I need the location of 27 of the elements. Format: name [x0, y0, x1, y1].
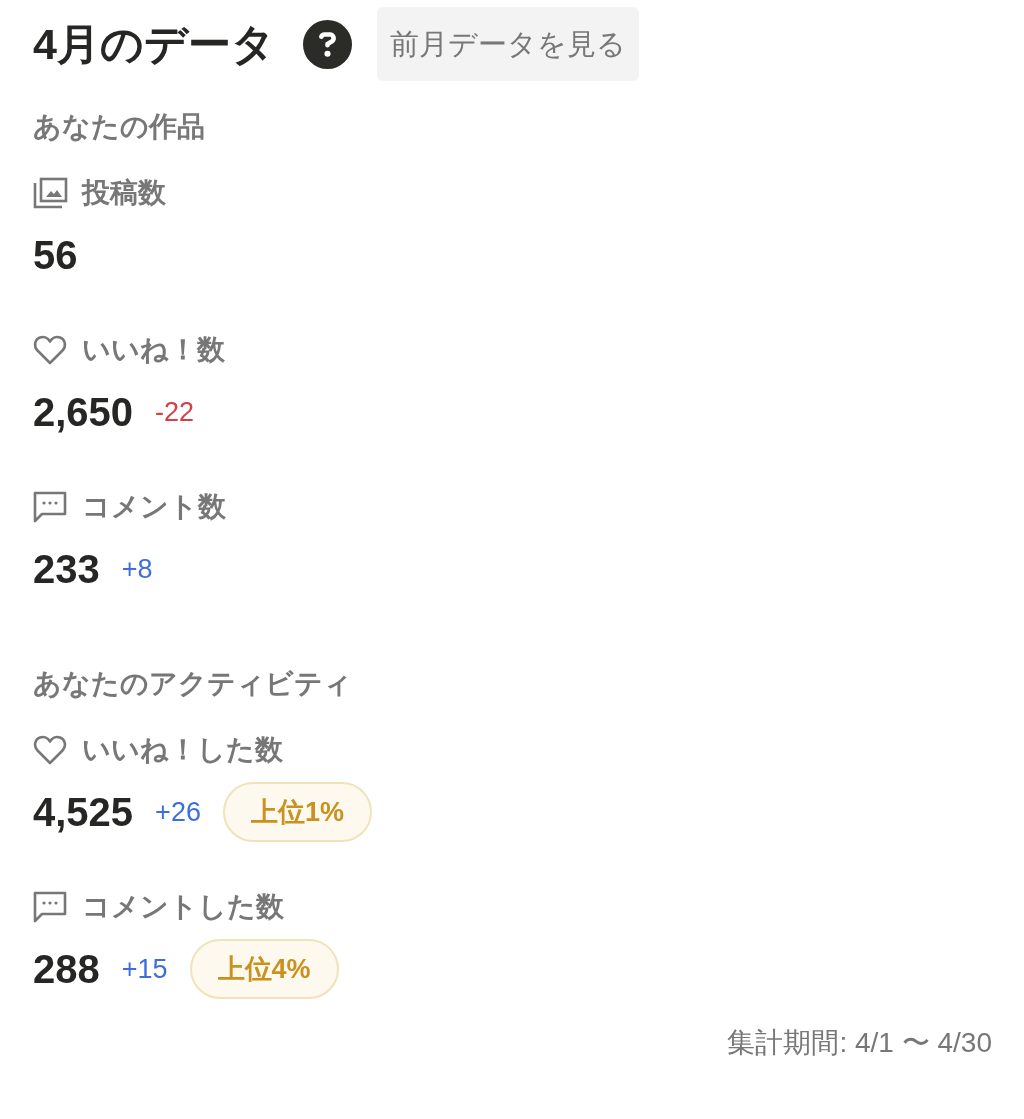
metric-label: いいね！数 [82, 333, 225, 367]
comment-icon [33, 491, 67, 523]
image-stack-icon [33, 177, 68, 209]
previous-month-button[interactable]: 前月データを見る [376, 7, 639, 81]
metric-value: 4,525 [33, 789, 134, 836]
comment-icon [33, 891, 67, 923]
metric-label: いいね！した数 [82, 733, 283, 767]
rank-badge: 上位1% [222, 782, 372, 842]
period-text: 集計期間: 4/1 〜 4/30 [727, 1026, 992, 1060]
metric-value: 288 [33, 946, 100, 993]
change-value: -22 [155, 396, 195, 429]
rank-badge: 上位4% [189, 939, 339, 999]
metric-value: 2,650 [33, 389, 134, 436]
metric-label: コメントした数 [82, 890, 284, 924]
section-heading: あなたのアクティビティ [33, 667, 352, 701]
help-icon[interactable] [302, 19, 352, 69]
change-value: +8 [121, 553, 153, 586]
change-value: +26 [155, 796, 201, 829]
page-title: 4月のデータ [33, 19, 275, 70]
metric-value: 233 [33, 546, 100, 593]
change-value: +15 [121, 953, 168, 986]
metric-value: 56 [33, 232, 78, 279]
metric-label: コメント数 [82, 490, 226, 524]
metric-label: 投稿数 [82, 176, 166, 210]
heart-icon [33, 335, 67, 365]
heart-icon [33, 735, 67, 765]
section-heading: あなたの作品 [33, 110, 205, 144]
